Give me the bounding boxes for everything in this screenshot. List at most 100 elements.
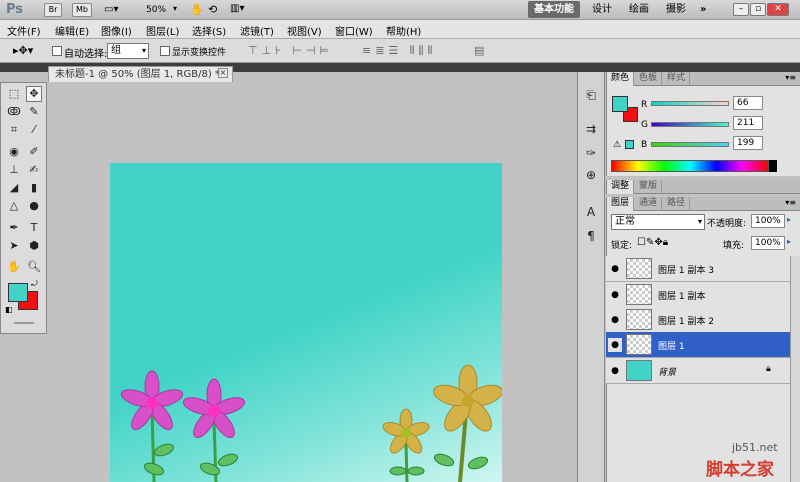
- layer-row[interactable]: ● 图层 1 副本 3: [606, 256, 790, 282]
- eye-icon[interactable]: ●: [608, 338, 622, 352]
- clone-source-icon[interactable]: ⊕: [582, 168, 600, 186]
- type-tool-icon[interactable]: T: [26, 220, 42, 236]
- ramp-black-swatch[interactable]: [769, 160, 777, 172]
- paragraph-panel-icon[interactable]: ¶: [582, 229, 600, 247]
- history-panel-icon[interactable]: ⎗: [582, 88, 600, 106]
- tab-layers[interactable]: 图层: [607, 197, 635, 211]
- menu-layer[interactable]: 图层(L): [146, 23, 179, 38]
- hand-tool-icon[interactable]: ✋: [190, 3, 204, 16]
- menu-file[interactable]: 文件(F): [7, 23, 41, 38]
- workspace-essentials[interactable]: 基本功能: [528, 1, 580, 18]
- tab-channels[interactable]: 通道: [635, 197, 663, 211]
- g-slider[interactable]: [651, 122, 729, 127]
- layers-scrollbar[interactable]: [790, 256, 800, 482]
- color-ramp[interactable]: [611, 160, 769, 172]
- auto-select-checkbox[interactable]: [52, 46, 62, 56]
- menu-window[interactable]: 窗口(W): [335, 23, 373, 38]
- align-buttons-icon[interactable]: ⊤⊥⊦ ⊢⊣⊨: [248, 44, 333, 57]
- opacity-arrow-icon[interactable]: ▸: [787, 215, 791, 224]
- layers-menu-icon[interactable]: ▾≡: [785, 198, 796, 207]
- quick-selection-tool-icon[interactable]: ✎: [26, 104, 42, 120]
- panel-menu-icon[interactable]: ▾≡: [785, 73, 796, 82]
- eyedropper-tool-icon[interactable]: ⁄: [26, 122, 42, 138]
- document-tab[interactable]: 未标题-1 @ 50% (图层 1, RGB/8) * ×: [48, 66, 233, 82]
- menu-filter[interactable]: 滤镜(T): [240, 23, 274, 38]
- g-value[interactable]: 211: [733, 116, 763, 130]
- show-transform-checkbox[interactable]: [160, 46, 170, 56]
- menu-image[interactable]: 图像(I): [101, 23, 132, 38]
- character-panel-icon[interactable]: A: [582, 205, 600, 223]
- gamut-swatch[interactable]: [625, 140, 634, 149]
- hand-tool-icon[interactable]: ✋: [6, 259, 22, 275]
- dodge-tool-icon[interactable]: ●: [26, 198, 42, 214]
- layer-row[interactable]: ● 背景 🔒︎: [606, 358, 790, 384]
- history-brush-tool-icon[interactable]: ✍: [26, 162, 42, 178]
- b-value[interactable]: 199: [733, 136, 763, 150]
- zoom-level[interactable]: 50%: [146, 5, 166, 15]
- lock-options-icon[interactable]: ☐✎✥🔒︎: [637, 237, 668, 248]
- foreground-swatch[interactable]: [612, 96, 628, 112]
- clone-stamp-tool-icon[interactable]: ⊥: [6, 162, 22, 178]
- workspace-painting[interactable]: 绘画: [623, 1, 655, 18]
- gradient-tool-icon[interactable]: ▮: [26, 180, 42, 196]
- eye-icon[interactable]: ●: [608, 262, 622, 276]
- close-icon[interactable]: ✕: [767, 3, 789, 16]
- menu-help[interactable]: 帮助(H): [386, 23, 421, 38]
- r-slider[interactable]: [651, 101, 729, 106]
- blur-tool-icon[interactable]: △: [6, 198, 22, 214]
- tab-swatches[interactable]: 色板: [635, 72, 663, 86]
- move-tool-icon[interactable]: ✥: [26, 86, 42, 102]
- menu-select[interactable]: 选择(S): [192, 23, 226, 38]
- path-selection-tool-icon[interactable]: ➤: [6, 238, 22, 254]
- distribute-buttons-icon[interactable]: ≡≣☰ ⫴⫼⦀: [362, 44, 436, 58]
- tab-styles[interactable]: 样式: [663, 72, 691, 86]
- eye-icon[interactable]: ●: [608, 364, 622, 378]
- workspace-photography[interactable]: 摄影: [660, 1, 692, 18]
- bridge-button[interactable]: Br: [44, 3, 62, 17]
- auto-align-icon[interactable]: ▤: [474, 44, 488, 57]
- workspace-design[interactable]: 设计: [586, 1, 618, 18]
- shape-tool-icon[interactable]: ⬢: [26, 238, 42, 254]
- opacity-value[interactable]: 100%: [751, 214, 785, 228]
- default-colors-icon[interactable]: ◧: [5, 305, 13, 314]
- gamut-warning-icon[interactable]: ⚠: [613, 140, 621, 150]
- layer-row-selected[interactable]: ● 图层 1: [606, 332, 790, 358]
- more-workspaces-button[interactable]: »: [694, 1, 712, 18]
- eye-icon[interactable]: ●: [608, 288, 622, 302]
- view-extras-icon[interactable]: ▭▾: [104, 4, 118, 15]
- menu-edit[interactable]: 编辑(E): [55, 23, 89, 38]
- actions-panel-icon[interactable]: ⇉: [582, 122, 600, 140]
- layer-row[interactable]: ● 图层 1 副本: [606, 282, 790, 308]
- minimize-icon[interactable]: –: [733, 3, 749, 16]
- close-document-icon[interactable]: ×: [218, 68, 228, 78]
- tab-paths[interactable]: 路径: [663, 197, 691, 211]
- menu-view[interactable]: 视图(V): [287, 23, 322, 38]
- foreground-color-swatch[interactable]: [8, 283, 28, 302]
- lasso-tool-icon[interactable]: ↂ: [6, 104, 22, 120]
- b-slider[interactable]: [651, 142, 729, 147]
- mini-bridge-button[interactable]: Mb: [72, 3, 92, 17]
- tab-masks[interactable]: 蒙版: [635, 180, 663, 194]
- crop-tool-icon[interactable]: ⌗: [6, 122, 22, 138]
- fill-arrow-icon[interactable]: ▸: [787, 237, 791, 246]
- r-value[interactable]: 66: [733, 96, 763, 110]
- healing-brush-tool-icon[interactable]: ◉: [6, 144, 22, 160]
- zoom-dropdown-icon[interactable]: ▾: [173, 4, 177, 13]
- arrange-documents-icon[interactable]: ▥▾: [230, 3, 244, 14]
- zoom-tool-icon[interactable]: 🔍︎: [26, 259, 42, 275]
- move-tool-preset-icon[interactable]: ▸✥▾: [13, 44, 33, 57]
- brush-panel-icon[interactable]: ✑: [582, 146, 600, 164]
- swap-colors-icon[interactable]: ⤾: [31, 279, 38, 289]
- restore-icon[interactable]: ▫: [750, 3, 766, 16]
- auto-select-dropdown[interactable]: 组 ▾: [107, 43, 149, 59]
- layer-row[interactable]: ● 图层 1 副本 2: [606, 307, 790, 333]
- rotate-view-icon[interactable]: ⟲: [208, 3, 217, 16]
- tab-adjustments[interactable]: 调整: [607, 180, 635, 194]
- image-canvas[interactable]: [110, 163, 502, 482]
- quick-mask-icon[interactable]: [14, 322, 34, 324]
- fill-value[interactable]: 100%: [751, 236, 785, 250]
- tab-color[interactable]: 颜色: [607, 72, 635, 86]
- eraser-tool-icon[interactable]: ◢: [6, 180, 22, 196]
- eye-icon[interactable]: ●: [608, 313, 622, 327]
- blend-mode-dropdown[interactable]: 正常 ▾: [611, 214, 705, 230]
